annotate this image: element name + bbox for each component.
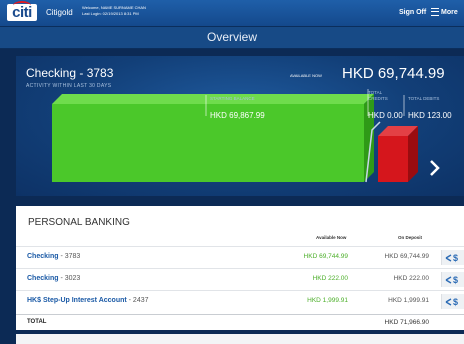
welcome-text: Welcome, NAME SURNAME CHAN Last Login: 0…	[82, 5, 146, 17]
personal-banking-panel: PERSONAL BANKING Available Now On Deposi…	[16, 206, 464, 330]
tick-label: TOTAL	[368, 90, 383, 95]
transfer-button[interactable]: $	[441, 250, 464, 265]
account-name[interactable]: HK$ Step-Up Interest Account - 2437	[27, 297, 149, 304]
svg-text:$: $	[453, 275, 458, 285]
account-row[interactable]: HK$ Step-Up Interest Account - 2437 HKD …	[16, 290, 464, 312]
page-title: Overview	[0, 27, 464, 49]
hamburger-icon	[431, 8, 439, 17]
total-row: TOTAL HKD 71,966.90	[16, 314, 464, 331]
top-bar: citi Citigold Welcome, NAME SURNAME CHAN…	[0, 0, 464, 27]
deposit-balance: HKD 69,744.99	[384, 253, 429, 260]
transfer-arrows-dollar-icon: $	[445, 275, 458, 285]
column-header-deposit: On Deposit	[398, 235, 423, 240]
account-row[interactable]: Checking - 3023 HKD 222.00 HKD 222.00 $	[16, 268, 464, 290]
total-label: TOTAL	[27, 319, 47, 325]
account-number: - 3783	[60, 253, 81, 260]
deposit-balance: HKD 222.00	[393, 275, 429, 282]
transfer-button[interactable]: $	[441, 272, 464, 287]
account-activity-chart-panel: Checking - 3783 ACTIVITY WITHIN LAST 30 …	[16, 56, 464, 196]
total-debits-bar	[378, 136, 408, 182]
data-label: HKD 0.00	[368, 111, 403, 120]
svg-text:$: $	[453, 297, 458, 307]
tick-label: STARTING BALANCE	[210, 96, 255, 101]
tick-label: CREDITS	[368, 96, 388, 101]
available-balance: HKD 222.00	[312, 275, 348, 282]
account-type: Checking	[27, 253, 59, 260]
transfer-arrows-dollar-icon: $	[445, 297, 458, 307]
account-row[interactable]: Checking - 3783 HKD 69,744.99 HKD 69,744…	[16, 246, 464, 268]
more-menu-button[interactable]: More	[431, 6, 464, 20]
account-type: HK$ Step-Up Interest Account	[27, 297, 127, 304]
data-label: HKD 69,867.99	[210, 111, 265, 120]
account-type: Checking	[27, 275, 59, 282]
transfer-button[interactable]: $	[441, 294, 464, 309]
activity-bar-chart: STARTING BALANCE HKD 69,867.99 TOTALCREDIT…	[52, 89, 452, 183]
starting-balance-bar-side	[364, 94, 374, 182]
last-login-line: Last Login: 02/19/2013 8:31 PM	[82, 11, 139, 16]
account-number: - 3023	[60, 275, 81, 282]
available-balance: HKD 1,999.91	[307, 297, 348, 304]
next-chevron-icon[interactable]	[428, 158, 442, 178]
svg-text:$: $	[453, 253, 458, 263]
transfer-arrows-dollar-icon: $	[445, 253, 458, 263]
personal-banking-title: PERSONAL BANKING	[28, 217, 130, 228]
total-value: HKD 71,966.90	[384, 319, 429, 326]
deposit-balance: HKD 1,999.91	[388, 297, 429, 304]
account-name[interactable]: Checking - 3023	[27, 275, 80, 282]
citi-logo[interactable]: citi	[7, 1, 37, 21]
account-name[interactable]: Checking - 3783	[27, 253, 80, 260]
citigold-brand: Citigold	[46, 8, 73, 17]
more-label: More	[441, 9, 458, 16]
starting-balance-bar	[52, 104, 364, 182]
data-label: HKD 123.00	[408, 111, 452, 120]
citi-logo-arc	[13, 1, 31, 10]
available-balance: HKD 69,744.99	[303, 253, 348, 260]
next-panel-edge	[16, 334, 464, 344]
tick-label: TOTAL DEBITS	[408, 96, 439, 101]
column-header-available: Available Now	[316, 235, 347, 240]
account-number: - 2437	[128, 297, 149, 304]
